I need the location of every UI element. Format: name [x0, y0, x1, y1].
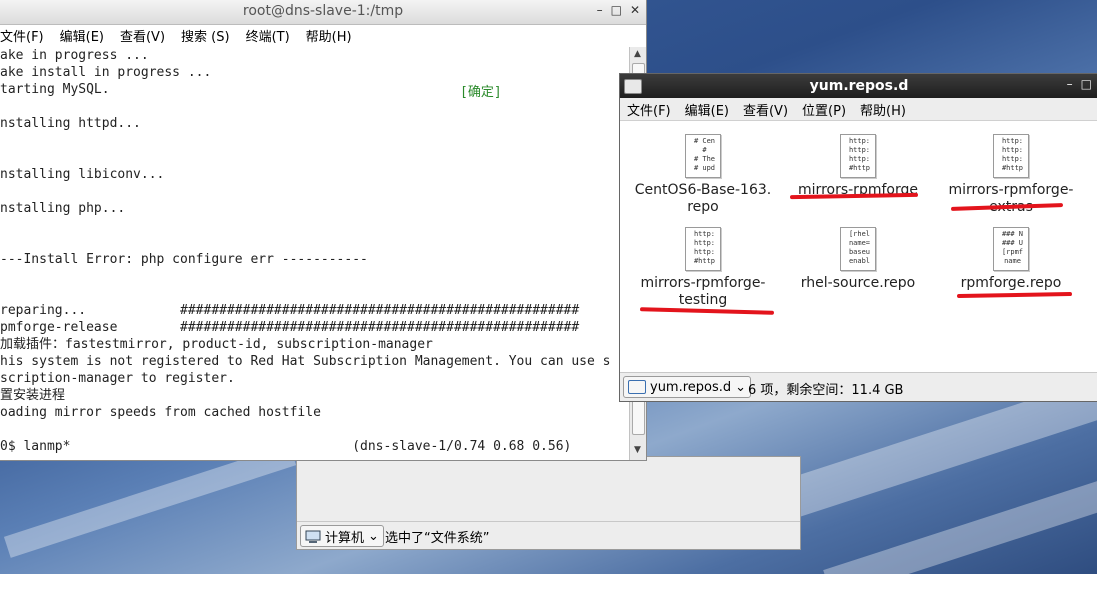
file-manager-window: yum.repos.d – □ 文件(F) 编辑(E) 查看(V) 位置(P) … [619, 73, 1097, 402]
file-name: mirrors-rpmforge- [640, 275, 766, 291]
minimize-icon[interactable]: – [1067, 77, 1073, 91]
terminal-line: scription-manager to register. [0, 371, 235, 386]
window-title: root@dns-slave-1:/tmp [242, 3, 404, 19]
location-dropdown[interactable]: 计算机 ⌄ [300, 525, 384, 547]
file-icon-view: # Cen # # The # upd CentOS6-Base-163. rep… [620, 122, 1097, 372]
menu-edit[interactable]: 编辑(E) [52, 26, 112, 45]
minimize-icon[interactable]: – [597, 3, 603, 17]
text-file-icon: ### N ### U [rpmf name [993, 227, 1029, 271]
text-file-icon: http: http: http: #http [685, 227, 721, 271]
computer-window: 计算机 ⌄ 选中了“文件系统” [296, 456, 801, 550]
location-dropdown[interactable]: yum.repos.d ⌄ [623, 376, 752, 398]
file-name: mirrors-rpmforge- [948, 182, 1074, 198]
file-item[interactable]: ### N ### U [rpmf name rpmforge.repo [936, 227, 1086, 292]
terminal-window: root@dns-slave-1:/tmp – □ ✕ 文件(F) 编辑(E) … [0, 0, 647, 461]
terminal-line: nstalling libiconv... [0, 167, 165, 182]
location-label: 计算机 [325, 530, 365, 546]
chevron-down-icon: ⌄ [368, 528, 379, 544]
file-name-cont: repo [687, 199, 719, 215]
menu-search[interactable]: 搜索 (S) [173, 26, 238, 45]
file-preview: http: http: http: #http [693, 230, 716, 265]
status-text: 选中了“文件系统” [385, 531, 490, 546]
menu-help[interactable]: 帮助(H) [853, 100, 913, 119]
menu-help[interactable]: 帮助(H) [298, 26, 360, 45]
maximize-icon[interactable]: □ [611, 3, 622, 17]
file-item[interactable]: http: http: http: #http mirrors-rpmforge… [628, 227, 778, 309]
terminal-line: 置安装进程 [0, 388, 66, 403]
terminal-line: oading mirror speeds from cached hostfil… [0, 405, 321, 420]
chevron-down-icon: ⌄ [735, 379, 747, 395]
file-preview: ### N ### U [rpmf name [1001, 230, 1024, 265]
window-title: yum.repos.d [809, 78, 909, 94]
terminal-line: nstalling php... [0, 201, 126, 216]
file-name: CentOS6-Base-163. [634, 182, 772, 198]
menu-view[interactable]: 查看(V) [112, 26, 173, 45]
terminal-line: 加载插件：fastestmirror, product-id, subscrip… [0, 337, 433, 352]
location-label: yum.repos.d [650, 379, 732, 395]
file-item[interactable]: [rhel name= baseu enabl rhel-source.repo [783, 227, 933, 292]
computer-statusbar: 计算机 ⌄ 选中了“文件系统” [297, 521, 800, 549]
file-preview: # Cen # # The # upd [693, 137, 716, 172]
terminal-line: ake in progress ... [0, 48, 149, 63]
terminal-line: tarting MySQL. [0, 82, 110, 97]
file-name: rhel-source.repo [800, 275, 916, 291]
menu-edit[interactable]: 编辑(E) [678, 100, 736, 119]
ok-label: [确定] [460, 85, 502, 100]
terminal-titlebar[interactable]: root@dns-slave-1:/tmp – □ ✕ [0, 0, 646, 25]
text-file-icon: http: http: http: #http [840, 134, 876, 178]
file-name-cont: testing [678, 292, 728, 308]
file-item[interactable]: http: http: http: #http mirrors-rpmforge [783, 134, 933, 199]
file-manager-statusbar: yum.repos.d ⌄ 6 项，剩余空间：11.4 GB [620, 372, 1097, 401]
file-preview: http: http: http: #http [1001, 137, 1024, 172]
terminal-line: 0$ lanmp* (dns-slave-1/0.74 0.68 0.56) [0, 439, 572, 454]
file-manager-titlebar[interactable]: yum.repos.d – □ [620, 74, 1097, 98]
menu-view[interactable]: 查看(V) [736, 100, 795, 119]
terminal-line: reparing... ############################… [0, 303, 580, 318]
file-name: rpmforge.repo [960, 275, 1062, 291]
scroll-down-icon[interactable]: ▼ [631, 445, 644, 457]
terminal-line: his system is not registered to Red Hat … [0, 354, 611, 369]
file-preview: http: http: http: #http [848, 137, 871, 172]
menu-file[interactable]: 文件(F) [620, 100, 678, 119]
terminal-menubar: 文件(F) 编辑(E) 查看(V) 搜索 (S) 终端(T) 帮助(H) [0, 25, 646, 45]
status-text: 6 项，剩余空间：11.4 GB [748, 383, 904, 398]
scroll-up-icon[interactable]: ▲ [631, 49, 644, 61]
close-icon[interactable]: ✕ [630, 3, 640, 17]
terminal-line: ake install in progress ... [0, 65, 212, 80]
computer-icon [305, 530, 321, 543]
menu-file[interactable]: 文件(F) [0, 26, 52, 45]
terminal-line: pmforge-release ########################… [0, 320, 580, 335]
file-item[interactable]: # Cen # # The # upd CentOS6-Base-163. rep… [628, 134, 778, 216]
terminal-output[interactable]: ake in progress ... ake install in progre… [0, 47, 628, 460]
menu-terminal[interactable]: 终端(T) [238, 26, 298, 45]
file-preview: [rhel name= baseu enabl [848, 230, 871, 265]
file-item[interactable]: http: http: http: #http mirrors-rpmforge… [936, 134, 1086, 216]
menu-places[interactable]: 位置(P) [795, 100, 853, 119]
terminal-line: nstalling httpd... [0, 116, 141, 131]
text-file-icon: http: http: http: #http [993, 134, 1029, 178]
file-manager-menubar: 文件(F) 编辑(E) 查看(V) 位置(P) 帮助(H) [620, 98, 1097, 121]
folder-icon [628, 380, 646, 394]
terminal-line: ---Install Error: php configure err ----… [0, 252, 368, 267]
text-file-icon: # Cen # # The # upd [685, 134, 721, 178]
text-file-icon: [rhel name= baseu enabl [840, 227, 876, 271]
maximize-icon[interactable]: □ [1081, 77, 1092, 91]
